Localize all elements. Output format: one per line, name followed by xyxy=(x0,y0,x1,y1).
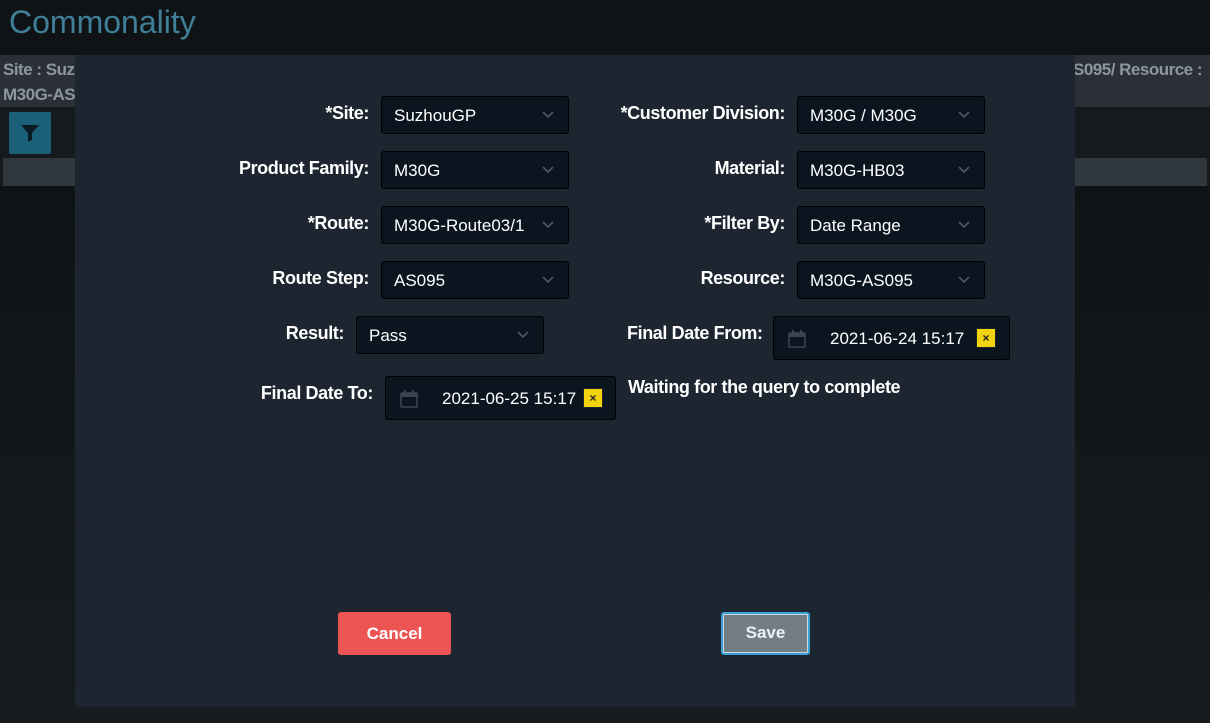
chevron-down-icon xyxy=(542,166,554,174)
filter-modal: *Site: SuzhouGP *Customer Division: M30G… xyxy=(75,55,1075,707)
result-value: Pass xyxy=(369,326,407,345)
filter-icon xyxy=(21,125,39,142)
clear-date-from-button[interactable]: × xyxy=(976,328,996,348)
route-label: *Route: xyxy=(307,213,370,233)
chevron-down-icon xyxy=(542,111,554,119)
resource-select[interactable]: M30G-AS095 xyxy=(797,261,985,299)
final-date-to-value: 2021-06-25 15:17 xyxy=(442,389,577,408)
chevron-down-icon xyxy=(958,111,970,119)
resource-label: Resource: xyxy=(700,268,786,288)
customer-division-select[interactable]: M30G / M30G xyxy=(797,96,985,134)
final-date-from-input[interactable]: 2021-06-24 15:17 × xyxy=(773,316,1010,360)
final-date-from-label: Final Date From: xyxy=(627,323,763,343)
info-right: S095/ Resource : xyxy=(1073,60,1203,79)
filter-by-select[interactable]: Date Range xyxy=(797,206,985,244)
route-step-value: AS095 xyxy=(394,271,446,290)
site-label: *Site: xyxy=(325,103,369,123)
customer-division-value: M30G / M30G xyxy=(810,106,917,125)
calendar-icon[interactable] xyxy=(787,329,807,349)
final-date-to-input[interactable]: 2021-06-25 15:17 × xyxy=(385,376,616,420)
result-select[interactable]: Pass xyxy=(356,316,544,354)
chevron-down-icon xyxy=(517,331,529,339)
site-value: SuzhouGP xyxy=(394,106,477,125)
filter-by-label: *Filter By: xyxy=(704,213,785,233)
route-step-select[interactable]: AS095 xyxy=(381,261,569,299)
query-status: Waiting for the query to complete xyxy=(628,377,901,397)
material-value: M30G-HB03 xyxy=(810,161,905,180)
save-button[interactable]: Save xyxy=(721,612,810,655)
chevron-down-icon xyxy=(958,166,970,174)
material-select[interactable]: M30G-HB03 xyxy=(797,151,985,189)
site-select[interactable]: SuzhouGP xyxy=(381,96,569,134)
route-step-label: Route Step: xyxy=(272,268,369,288)
chevron-down-icon xyxy=(542,276,554,284)
calendar-icon[interactable] xyxy=(399,389,419,409)
product-family-select[interactable]: M30G xyxy=(381,151,569,189)
info-line-2: M30G-AS xyxy=(3,85,76,104)
filter-by-value: Date Range xyxy=(810,216,901,235)
clear-date-to-button[interactable]: × xyxy=(583,388,603,408)
chevron-down-icon xyxy=(958,276,970,284)
chevron-down-icon xyxy=(542,221,554,229)
final-date-from-value: 2021-06-24 15:17 xyxy=(830,329,965,348)
route-select[interactable]: M30G-Route03/1 xyxy=(381,206,569,244)
chevron-down-icon xyxy=(958,221,970,229)
product-family-value: M30G xyxy=(394,161,441,180)
filter-button[interactable] xyxy=(9,112,51,154)
customer-division-label: *Customer Division: xyxy=(620,103,786,123)
final-date-to-label: Final Date To: xyxy=(260,383,373,403)
resource-value: M30G-AS095 xyxy=(810,271,913,290)
info-line-1: Site : Suz xyxy=(3,60,75,79)
route-value: M30G-Route03/1 xyxy=(394,216,525,235)
product-family-label: Product Family: xyxy=(238,158,369,178)
cancel-button[interactable]: Cancel xyxy=(338,612,451,655)
app-title: Commonality xyxy=(9,4,196,40)
result-label: Result: xyxy=(285,323,345,343)
material-label: Material: xyxy=(714,158,786,178)
